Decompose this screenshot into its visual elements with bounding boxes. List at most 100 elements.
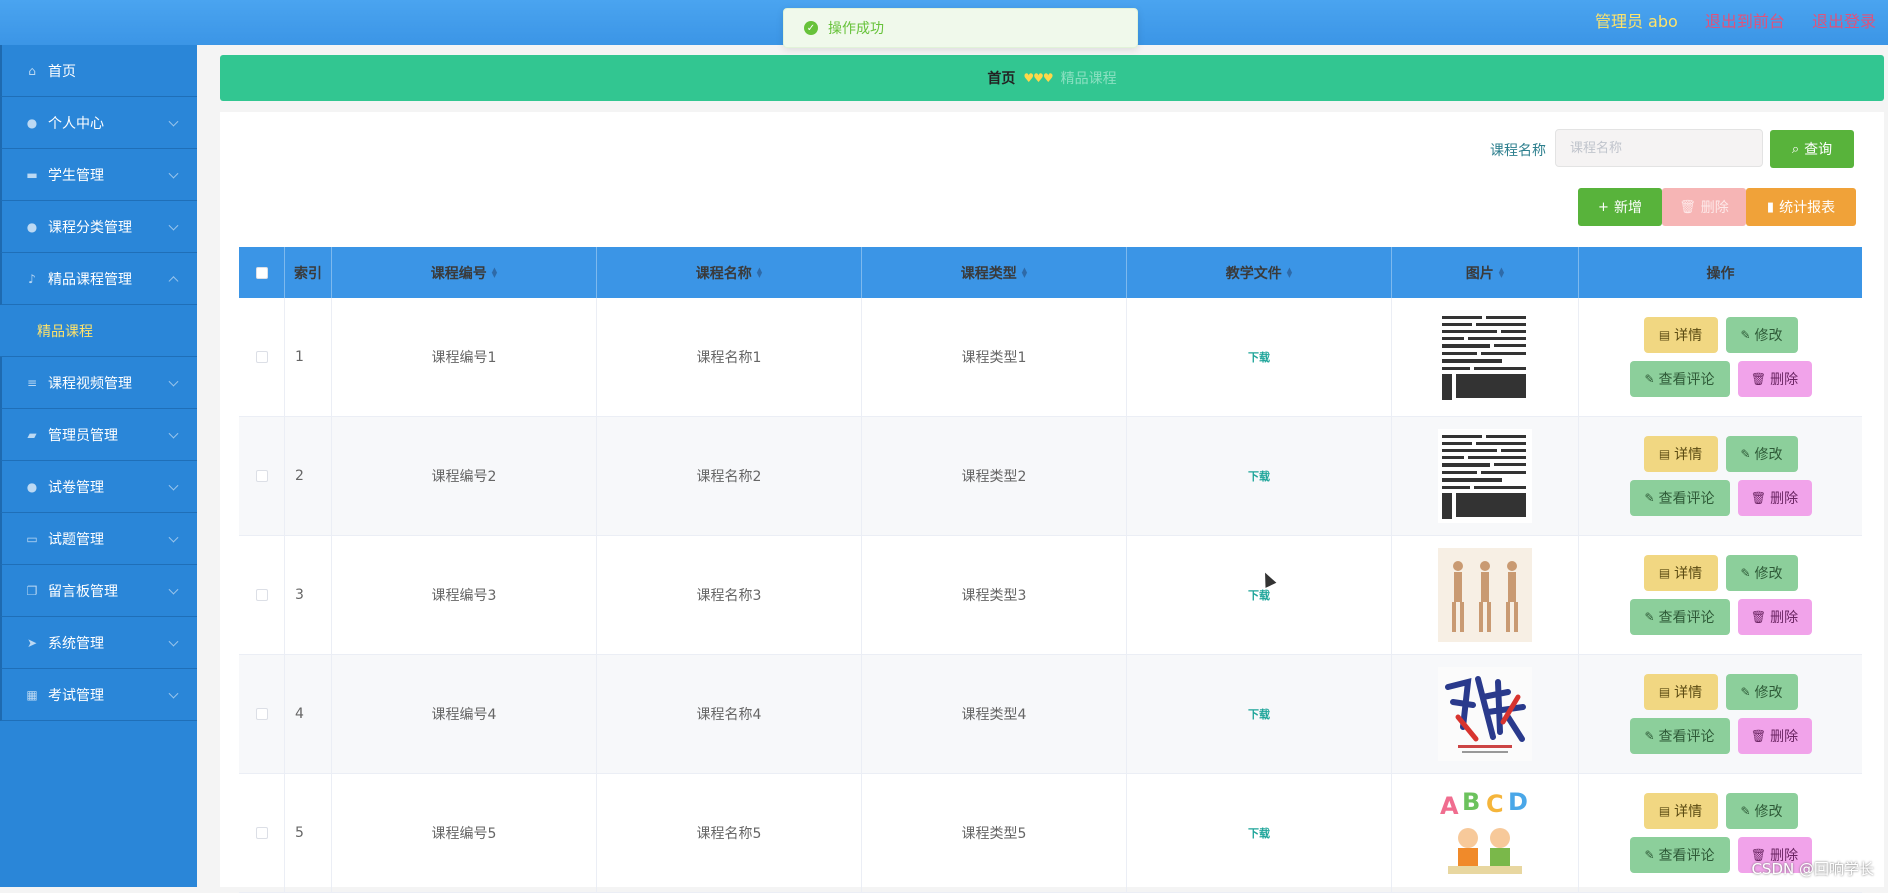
sidebar-item-students[interactable]: ▬ 学生管理: [0, 149, 197, 201]
delete-button[interactable]: 🗑 删除: [1737, 361, 1812, 397]
cell-course-type: 课程类型1: [862, 298, 1127, 416]
add-button-label: 新增: [1613, 200, 1642, 216]
detail-button[interactable]: ▤ 详情: [1643, 793, 1718, 829]
sort-icon[interactable]: ▲ ▼: [757, 266, 762, 278]
breadcrumb-home[interactable]: 首页: [987, 68, 1015, 88]
chevron-down-icon: [168, 168, 179, 179]
course-thumbnail-abcd[interactable]: A B C D: [1438, 786, 1532, 880]
pencil-icon: ✎: [1740, 685, 1751, 699]
admin-label: 管理员 abo: [1594, 12, 1678, 31]
pencil-icon: ✎: [1740, 804, 1751, 818]
sidebar-item-course-category[interactable]: ● 课程分类管理: [0, 201, 197, 253]
sidebar-item-exams[interactable]: ▦ 考试管理: [0, 669, 197, 721]
sidebar-item-featured-course[interactable]: ♪ 精品课程管理: [0, 253, 197, 305]
sidebar-item-course-video[interactable]: ≡ 课程视频管理: [0, 357, 197, 409]
view-comments-button[interactable]: ✎ 查看评论: [1629, 480, 1730, 516]
cell-index: 5: [285, 774, 332, 892]
detail-button[interactable]: ▤ 详情: [1643, 317, 1718, 353]
row-checkbox[interactable]: [255, 589, 268, 601]
download-link[interactable]: 下载: [1248, 468, 1270, 484]
row-checkbox[interactable]: [255, 827, 268, 839]
course-name-search-input[interactable]: [1555, 129, 1763, 167]
sidebar-item-home[interactable]: ⌂ 首页: [0, 45, 197, 97]
download-link[interactable]: 下载: [1248, 706, 1270, 722]
course-thumbnail-words[interactable]: [1438, 310, 1532, 404]
detail-button[interactable]: ▤ 详情: [1643, 555, 1718, 591]
sidebar-item-label: 精品课程管理: [48, 271, 132, 288]
sidebar-item-label: 个人中心: [48, 115, 104, 132]
edit-button[interactable]: ✎ 修改: [1725, 317, 1798, 353]
sort-icon[interactable]: ▲ ▼: [1287, 266, 1292, 278]
logout-link[interactable]: 退出登录: [1812, 12, 1876, 31]
edit-button[interactable]: ✎ 修改: [1725, 674, 1798, 710]
row-checkbox[interactable]: [255, 351, 268, 363]
sidebar-item-papers[interactable]: ● 试卷管理: [0, 461, 197, 513]
sidebar-item-profile[interactable]: ● 个人中心: [0, 97, 197, 149]
table-row: 2 课程编号2 课程名称2 课程类型2 下载 ▤ 详情 ✎ 修改 ✎ 查看评论 …: [239, 417, 1862, 536]
sidebar-item-label: 管理员管理: [48, 427, 118, 444]
trash-icon: 🗑: [1750, 372, 1767, 386]
row-checkbox[interactable]: [255, 708, 268, 720]
cell-course-name: 课程名称5: [597, 774, 862, 892]
sidebar-item-questions[interactable]: ▭ 试题管理: [0, 513, 197, 565]
delete-button[interactable]: 🗑 删除: [1737, 718, 1812, 754]
home-icon: ⌂: [28, 63, 36, 78]
edit-button[interactable]: ✎ 修改: [1725, 793, 1798, 829]
query-button[interactable]: ⌕ 查询: [1770, 130, 1854, 168]
header-image[interactable]: 图片 ▲ ▼: [1392, 247, 1579, 298]
svg-text:C: C: [1486, 790, 1504, 818]
sort-icon[interactable]: ▲ ▼: [1499, 266, 1504, 278]
edit-button[interactable]: ✎ 修改: [1725, 555, 1798, 591]
report-button[interactable]: ▮ 统计报表: [1746, 188, 1856, 226]
edit-button[interactable]: ✎ 修改: [1725, 436, 1798, 472]
pencil-icon: ✎: [1644, 729, 1655, 743]
header-course-name[interactable]: 课程名称 ▲ ▼: [597, 247, 862, 298]
chevron-down-icon: [168, 532, 179, 543]
cell-course-type: 课程类型2: [862, 417, 1127, 535]
add-button[interactable]: + 新增: [1578, 188, 1662, 226]
sidebar-subitem-featured-course[interactable]: 精品课程: [0, 305, 197, 357]
cell-course-type: 课程类型4: [862, 655, 1127, 773]
cell-index: 3: [285, 536, 332, 654]
view-comments-button[interactable]: ✎ 查看评论: [1629, 837, 1730, 873]
delete-button[interactable]: 🗑 删除: [1737, 480, 1812, 516]
header-course-type[interactable]: 课程类型 ▲ ▼: [862, 247, 1127, 298]
monitor-icon: ▬: [26, 167, 38, 182]
detail-button[interactable]: ▤ 详情: [1643, 436, 1718, 472]
send-icon: ➤: [26, 635, 38, 650]
back-to-frontend-link[interactable]: 退出到前台: [1705, 12, 1785, 31]
batch-delete-button[interactable]: 🗑 删除: [1662, 188, 1746, 226]
header-course-code[interactable]: 课程编号 ▲ ▼: [332, 247, 597, 298]
sidebar-item-admins[interactable]: ▰ 管理员管理: [0, 409, 197, 461]
course-thumbnail-dancers[interactable]: [1438, 548, 1532, 642]
sort-icon[interactable]: ▲ ▼: [1022, 266, 1027, 278]
delete-button[interactable]: 🗑 删除: [1737, 599, 1812, 635]
header-teaching-file[interactable]: 教学文件 ▲ ▼: [1127, 247, 1392, 298]
user-icon: ●: [26, 219, 38, 234]
view-comments-button[interactable]: ✎ 查看评论: [1629, 718, 1730, 754]
sidebar-item-label: 系统管理: [48, 635, 104, 652]
ticket-icon: ▰: [27, 427, 37, 442]
download-link[interactable]: 下载: [1248, 349, 1270, 365]
detail-button[interactable]: ▤ 详情: [1643, 674, 1718, 710]
pencil-icon: ✎: [1740, 566, 1751, 580]
sliders-icon: ≡: [26, 375, 38, 390]
doc-icon: ▤: [1658, 804, 1671, 818]
plus-icon: +: [1598, 199, 1609, 215]
select-all-checkbox[interactable]: [255, 266, 268, 279]
view-comments-button[interactable]: ✎ 查看评论: [1629, 599, 1730, 635]
course-thumbnail-words[interactable]: [1438, 429, 1532, 523]
sidebar-item-label: 学生管理: [48, 167, 104, 184]
sort-icon[interactable]: ▲ ▼: [492, 266, 497, 278]
row-checkbox[interactable]: [255, 470, 268, 482]
download-link[interactable]: 下载: [1248, 825, 1270, 841]
sidebar-item-label: 留言板管理: [48, 583, 118, 600]
sidebar-item-messages[interactable]: ❐ 留言板管理: [0, 565, 197, 617]
course-thumbnail-calligraphy[interactable]: [1438, 667, 1532, 761]
download-link[interactable]: 下载: [1248, 587, 1270, 603]
view-comments-button[interactable]: ✎ 查看评论: [1629, 361, 1730, 397]
sidebar-item-system[interactable]: ➤ 系统管理: [0, 617, 197, 669]
breadcrumb-current: 精品课程: [1060, 71, 1117, 87]
header-index: 索引: [285, 247, 332, 298]
batch-delete-label: 删除: [1700, 200, 1729, 216]
